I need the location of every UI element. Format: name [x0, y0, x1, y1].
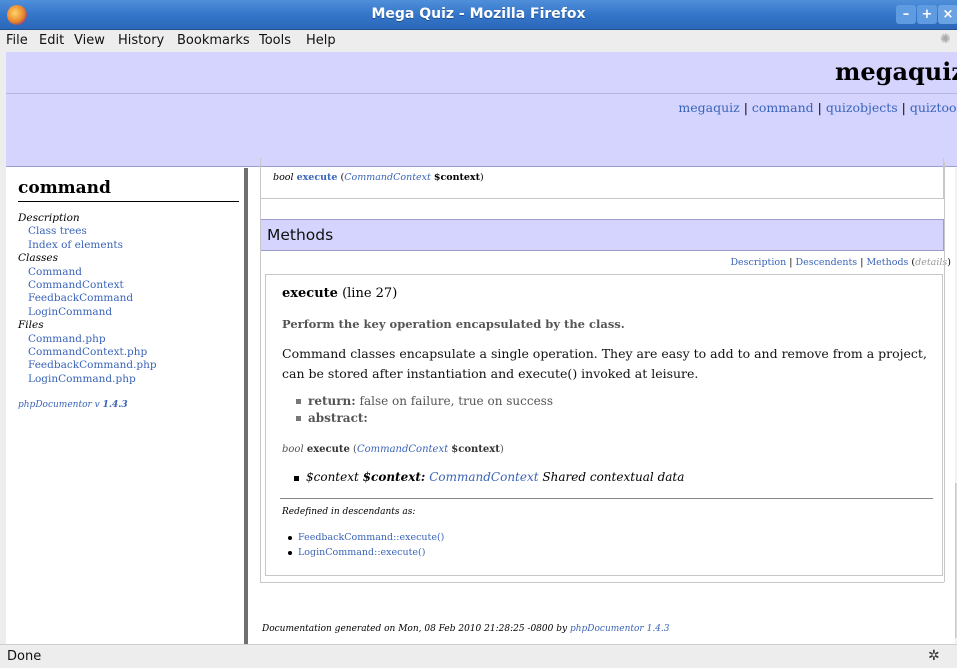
link-class-trees[interactable]: Class trees: [18, 225, 157, 238]
redefined-list: FeedbackCommand::execute() LoginCommand:…: [288, 530, 444, 560]
file-link-feedbackcommand[interactable]: FeedbackCommand.php: [18, 359, 157, 372]
section-description: Description: [18, 212, 80, 224]
title-bar: Mega Quiz - Mozilla Firefox – + ×: [0, 0, 957, 30]
class-link-feedbackcommand[interactable]: FeedbackCommand: [18, 292, 157, 305]
generator-credit[interactable]: phpDocumentor v 1.4.3: [18, 400, 128, 410]
status-text: Done: [7, 649, 42, 664]
tag-abstract: abstract:: [296, 410, 553, 427]
summary-param-var: $context: [433, 172, 480, 183]
method-signature: bool execute (CommandContext $context): [282, 444, 504, 455]
footer-text: Documentation generated on Mon, 08 Feb 2…: [262, 624, 568, 634]
package-link-command[interactable]: command: [752, 100, 814, 115]
param-entry: $context $context: CommandContext Shared…: [293, 470, 685, 484]
summary-param-type-link[interactable]: CommandContext: [344, 172, 431, 183]
package-title: megaquiz: [835, 57, 957, 86]
minimize-button[interactable]: –: [896, 5, 916, 24]
method-name: execute: [282, 286, 338, 301]
package-link-quizobjects[interactable]: quizobjects: [826, 100, 898, 115]
summary-method-link[interactable]: execute: [297, 172, 338, 183]
package-links: megaquiz | command | quizobjects | quizt…: [678, 100, 957, 115]
methods-heading-bar: Methods: [260, 219, 944, 251]
close-button[interactable]: ×: [938, 5, 957, 24]
divider: [280, 498, 933, 499]
package-heading: command: [18, 178, 239, 202]
param-description: Shared contextual data: [542, 470, 685, 484]
param-name: $context:: [362, 470, 426, 484]
doc-header: megaquiz megaquiz | command | quizobject…: [6, 52, 957, 167]
file-link-logincommand[interactable]: LoginCommand.php: [18, 373, 157, 386]
footer-generator-link[interactable]: phpDocumentor 1.4.3: [570, 624, 670, 634]
left-frame: command Description Class trees Index of…: [6, 168, 248, 644]
class-link-command[interactable]: Command: [18, 266, 157, 279]
class-link-logincommand[interactable]: LoginCommand: [18, 306, 157, 319]
generator-version: 1.4.3: [102, 400, 128, 410]
section-classes: Classes: [18, 252, 59, 265]
nav-descendents[interactable]: Descendents: [795, 257, 857, 268]
method-short-description: Perform the key operation encapsulated b…: [282, 317, 625, 331]
summary-type: bool: [273, 172, 294, 183]
redefined-heading: Redefined in descendants as:: [282, 507, 416, 517]
param-type: $context: [306, 470, 359, 484]
section-files: Files: [18, 319, 44, 332]
method-long-description: Command classes encapsulate a single ope…: [282, 346, 927, 381]
package-link-quiztools[interactable]: quiztools: [910, 100, 957, 115]
link-index-of-elements[interactable]: Index of elements: [18, 239, 157, 252]
tag-value: false on failure, true on success: [359, 394, 553, 408]
section-nav: Description | Descendents | Methods (det…: [730, 257, 951, 268]
menu-help[interactable]: Help: [306, 33, 336, 48]
menu-history[interactable]: History: [118, 33, 164, 48]
link-separator: |: [739, 100, 752, 115]
nav-description[interactable]: Description: [730, 257, 786, 268]
status-bar: Done ✲: [0, 644, 957, 668]
left-nav: Description Class trees Index of element…: [18, 212, 157, 386]
menu-bookmarks[interactable]: Bookmarks: [177, 33, 250, 48]
package-link-megaquiz[interactable]: megaquiz: [678, 100, 739, 115]
summary-signature: bool execute (CommandContext $context): [273, 172, 484, 183]
menu-view[interactable]: View: [74, 33, 105, 48]
sig-param-var: $context: [451, 444, 500, 455]
link-separator: |: [897, 100, 910, 115]
method-line: (line 27): [342, 286, 398, 301]
file-link-commandcontext[interactable]: CommandContext.php: [18, 346, 157, 359]
status-gear-icon: ✲: [928, 648, 940, 664]
window-title: Mega Quiz - Mozilla Firefox: [371, 6, 586, 22]
menu-tools[interactable]: Tools: [259, 33, 291, 48]
sig-type: bool: [282, 444, 304, 455]
tag-label: return:: [308, 394, 356, 408]
maximize-button[interactable]: +: [917, 5, 937, 24]
method-title: execute (line 27): [282, 286, 397, 301]
method-tags: return: false on failure, true on succes…: [296, 393, 553, 427]
redefined-link-feedbackcommand[interactable]: FeedbackCommand::execute(): [288, 530, 444, 545]
menu-bar: File Edit View History Bookmarks Tools H…: [0, 30, 957, 52]
method-summary-box: bool execute (CommandContext $context): [260, 158, 944, 199]
sig-name: execute: [306, 444, 350, 455]
tag-label: abstract:: [308, 411, 368, 425]
menu-edit[interactable]: Edit: [39, 33, 64, 48]
method-detail-box: execute (line 27) Perform the key operat…: [265, 274, 943, 576]
header-band: megaquiz: [6, 52, 957, 94]
throbber-icon: ✺: [940, 32, 951, 47]
param-type-link[interactable]: CommandContext: [429, 470, 538, 484]
page-viewport: megaquiz megaquiz | command | quizobject…: [6, 52, 957, 644]
methods-heading: Methods: [267, 226, 334, 244]
tag-return: return: false on failure, true on succes…: [296, 393, 553, 410]
right-frame: bool execute (CommandContext $context) M…: [252, 158, 957, 644]
doc-footer: Documentation generated on Mon, 08 Feb 2…: [262, 624, 670, 634]
link-separator: |: [813, 100, 826, 115]
nav-methods[interactable]: Methods: [866, 257, 908, 268]
redefined-link-logincommand[interactable]: LoginCommand::execute(): [288, 545, 444, 560]
generator-text: phpDocumentor v: [18, 400, 100, 410]
sig-param-type-link[interactable]: CommandContext: [357, 444, 448, 455]
menu-file[interactable]: File: [6, 33, 28, 48]
methods-section-frame: [260, 162, 945, 583]
class-link-commandcontext[interactable]: CommandContext: [18, 279, 157, 292]
nav-details[interactable]: details: [915, 257, 947, 268]
file-link-command[interactable]: Command.php: [18, 333, 157, 346]
